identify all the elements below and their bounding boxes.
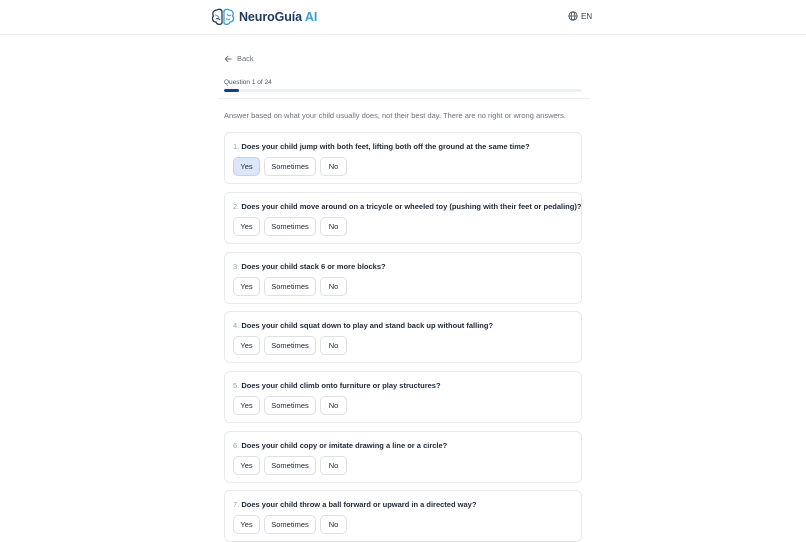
question-label: Does your child climb onto furniture or … — [241, 381, 441, 390]
question-number: 4. — [233, 321, 240, 330]
question-text: 7. Does your child throw a ball forward … — [233, 500, 476, 509]
question-label: Does your child stack 6 or more blocks? — [241, 262, 386, 271]
answer-no-button[interactable]: No — [320, 277, 347, 296]
answer-no-button[interactable]: No — [320, 396, 347, 415]
language-selector[interactable]: EN — [568, 11, 592, 21]
question-label: Does your child copy or imitate drawing … — [241, 441, 448, 450]
question-label: Does your child jump with both feet, lif… — [241, 142, 530, 151]
answer-options: Yes Sometimes No — [233, 456, 351, 475]
progress-fill — [224, 89, 239, 92]
answer-options: Yes Sometimes No — [233, 336, 351, 355]
answer-yes-button[interactable]: Yes — [233, 456, 260, 475]
brand-logo[interactable]: NeuroGuía AI — [211, 7, 317, 27]
question-card: 3. Does your child stack 6 or more block… — [224, 252, 582, 304]
question-text: 5. Does your child climb onto furniture … — [233, 381, 441, 390]
question-card: 1. Does your child jump with both feet, … — [224, 132, 582, 184]
back-label: Back — [237, 54, 254, 63]
answer-options: Yes Sometimes No — [233, 217, 351, 236]
question-text: 1. Does your child jump with both feet, … — [233, 142, 530, 151]
answer-sometimes-button[interactable]: Sometimes — [264, 157, 316, 176]
question-card: 6. Does your child copy or imitate drawi… — [224, 431, 582, 483]
answer-yes-button[interactable]: Yes — [233, 396, 260, 415]
question-number: 6. — [233, 441, 240, 450]
divider — [218, 98, 590, 99]
question-number: 1. — [233, 142, 240, 151]
arrow-left-icon — [224, 55, 232, 62]
progress-label: Question 1 of 24 — [224, 79, 272, 86]
question-number: 3. — [233, 262, 240, 271]
question-text: 3. Does your child stack 6 or more block… — [233, 262, 386, 271]
answer-sometimes-button[interactable]: Sometimes — [264, 456, 316, 475]
answer-options: Yes Sometimes No — [233, 277, 351, 296]
answer-yes-button[interactable]: Yes — [233, 336, 260, 355]
answer-yes-button[interactable]: Yes — [233, 515, 260, 534]
answer-yes-button[interactable]: Yes — [233, 277, 260, 296]
question-card: 5. Does your child climb onto furniture … — [224, 371, 582, 423]
top-header: NeuroGuía AI EN — [0, 0, 806, 35]
answer-options: Yes Sometimes No — [233, 396, 351, 415]
answer-sometimes-button[interactable]: Sometimes — [264, 336, 316, 355]
progress-bar — [224, 89, 582, 92]
question-card: 4. Does your child squat down to play an… — [224, 311, 582, 363]
question-card: 2. Does your child move around on a tric… — [224, 192, 582, 244]
answer-yes-button[interactable]: Yes — [233, 157, 260, 176]
question-label: Does your child move around on a tricycl… — [241, 202, 582, 211]
question-text: 6. Does your child copy or imitate drawi… — [233, 441, 447, 450]
answer-sometimes-button[interactable]: Sometimes — [264, 217, 316, 236]
answer-no-button[interactable]: No — [320, 515, 347, 534]
answer-no-button[interactable]: No — [320, 217, 347, 236]
globe-icon — [568, 11, 578, 21]
answer-options: Yes Sometimes No — [233, 157, 351, 176]
answer-no-button[interactable]: No — [320, 336, 347, 355]
brand-ai-text: AI — [304, 10, 318, 24]
language-label: EN — [581, 11, 593, 21]
question-number: 5. — [233, 381, 240, 390]
question-text: 2. Does your child move around on a tric… — [233, 202, 581, 211]
answer-sometimes-button[interactable]: Sometimes — [264, 515, 316, 534]
answer-sometimes-button[interactable]: Sometimes — [264, 277, 316, 296]
question-number: 7. — [233, 500, 240, 509]
answer-no-button[interactable]: No — [320, 456, 347, 475]
question-card: 7. Does your child throw a ball forward … — [224, 490, 582, 542]
answer-sometimes-button[interactable]: Sometimes — [264, 396, 316, 415]
brand-name: NeuroGuía AI — [239, 10, 317, 24]
answer-options: Yes Sometimes No — [233, 515, 351, 534]
answer-no-button[interactable]: No — [320, 157, 347, 176]
question-text: 4. Does your child squat down to play an… — [233, 321, 493, 330]
answer-yes-button[interactable]: Yes — [233, 217, 260, 236]
instructions-text: Answer based on what your child usually … — [224, 111, 566, 120]
question-label: Does your child throw a ball forward or … — [241, 500, 477, 509]
question-label: Does your child squat down to play and s… — [241, 321, 494, 330]
question-number: 2. — [233, 202, 240, 211]
brand-main-text: NeuroGuía — [239, 10, 302, 24]
brain-icon — [211, 8, 235, 26]
back-button[interactable]: Back — [224, 54, 254, 63]
